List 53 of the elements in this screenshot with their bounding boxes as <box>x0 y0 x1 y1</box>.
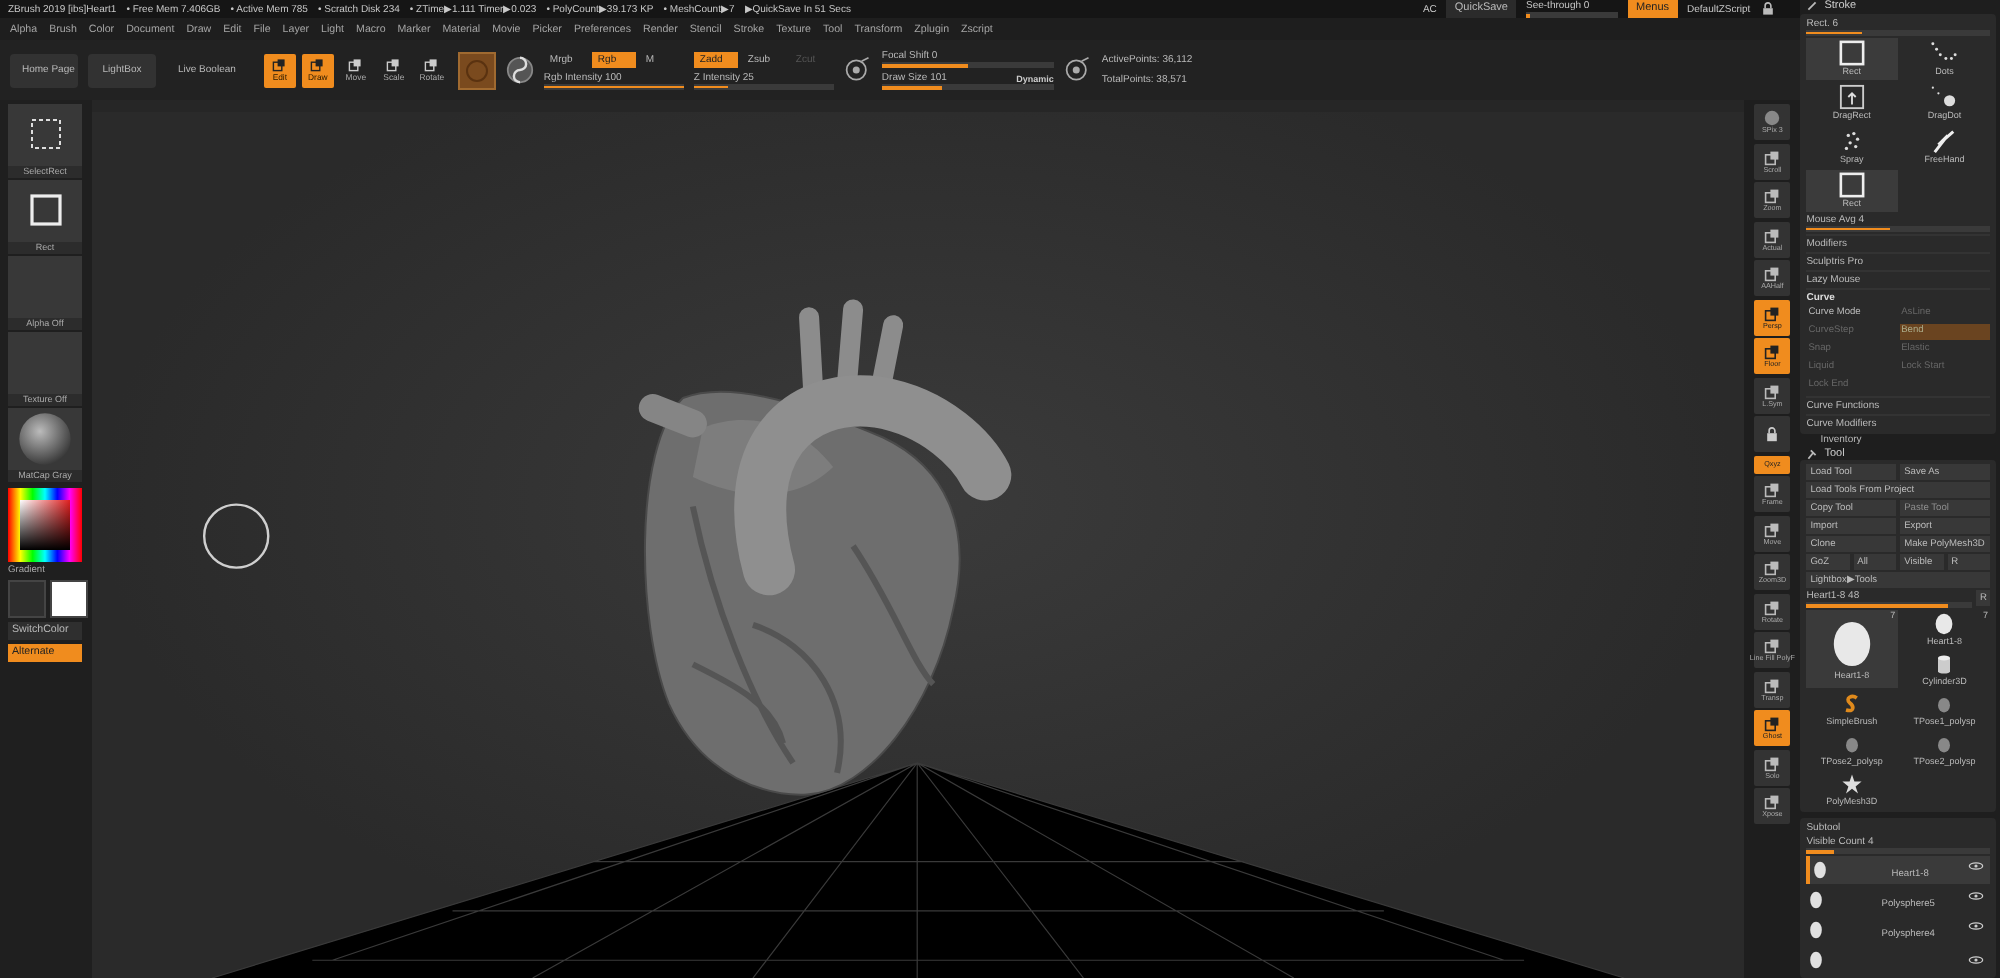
squares-icon <box>272 58 287 72</box>
brush-stroke-icon <box>1806 0 1819 13</box>
sphere-icon <box>1764 110 1781 126</box>
squares-icon <box>1764 227 1781 243</box>
slider-track[interactable] <box>1806 29 1990 35</box>
lock-icon[interactable] <box>1760 2 1777 16</box>
squares-icon <box>1764 638 1781 654</box>
color-picker[interactable] <box>8 488 82 562</box>
squares-icon <box>1764 383 1781 399</box>
squares-icon <box>1764 344 1781 360</box>
eye-icon[interactable] <box>1968 956 1984 964</box>
target-icon[interactable] <box>843 56 872 84</box>
slider-track[interactable] <box>881 62 1054 68</box>
squares-icon <box>1764 755 1781 771</box>
slider-track[interactable] <box>1806 602 1972 608</box>
sculpt-thumbnail-icon <box>1810 858 1831 882</box>
brush-cursor-icon <box>202 503 270 569</box>
squares-icon <box>1764 794 1781 810</box>
squares-icon <box>386 58 401 72</box>
squares-icon <box>1764 482 1781 498</box>
material-swatch[interactable] <box>457 51 496 89</box>
star-icon <box>1839 772 1864 796</box>
eye-icon[interactable] <box>1968 891 1984 899</box>
squares-icon <box>310 58 325 72</box>
lock-icon <box>1764 426 1781 442</box>
sculpt-thumbnail-icon <box>1806 888 1827 912</box>
squares-icon <box>348 58 363 72</box>
squares-icon <box>1764 188 1781 204</box>
squares-icon <box>1764 266 1781 282</box>
square-icon <box>25 190 65 230</box>
shelf-button[interactable] <box>1754 416 1791 452</box>
squares-icon <box>1764 677 1781 693</box>
target-icon[interactable] <box>1063 56 1092 84</box>
viewport-canvas[interactable] <box>92 100 1745 978</box>
dashed-square-icon <box>25 114 65 154</box>
sphere-icon[interactable] <box>505 56 534 84</box>
slider-track[interactable] <box>1806 225 1990 231</box>
squares-icon <box>1764 599 1781 615</box>
sculpt-thumbnail-icon <box>1806 918 1827 942</box>
squares-icon <box>1764 716 1781 732</box>
squares-icon <box>424 58 439 72</box>
sculpt-thumbnail-icon <box>1806 948 1827 972</box>
color-swatch[interactable] <box>8 580 46 618</box>
squares-icon <box>1764 149 1781 165</box>
slider-track[interactable] <box>881 84 1054 90</box>
hammer-icon <box>1806 447 1819 460</box>
color-swatch[interactable] <box>50 580 88 618</box>
eye-icon[interactable] <box>1968 921 1984 929</box>
squares-icon <box>1764 305 1781 321</box>
sphere-icon <box>18 412 72 466</box>
squares-icon <box>1764 560 1781 576</box>
eye-icon[interactable] <box>1968 861 1984 869</box>
squares-icon <box>1764 521 1781 537</box>
